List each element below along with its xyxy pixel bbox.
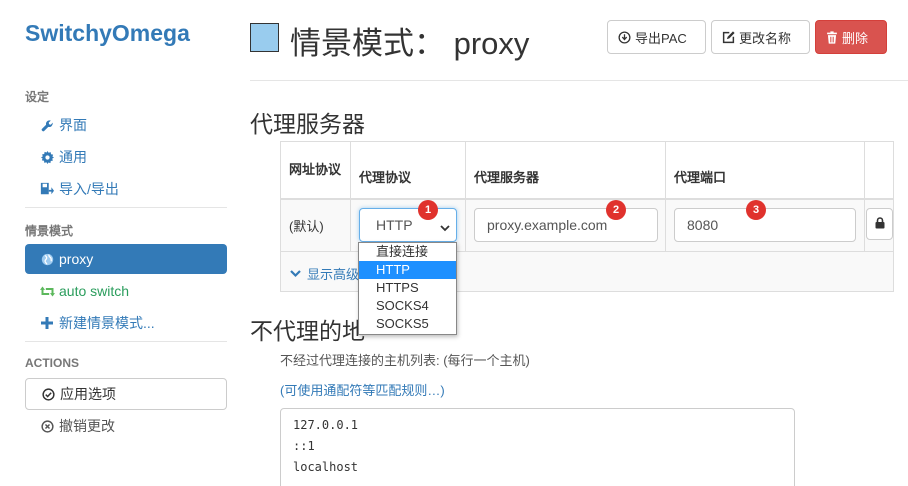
- annotation-badge-2: 2: [606, 200, 626, 220]
- bypass-description: 不经过代理连接的主机列表: (每行一个主机): [280, 353, 530, 368]
- sidebar-divider: [25, 207, 227, 208]
- auth-lock-button[interactable]: [866, 208, 893, 240]
- rename-label: 更改名称: [739, 30, 792, 46]
- sidebar: SwitchyOmega 设定 界面 通用 导入/导出 情景模式 proxy a…: [0, 0, 240, 486]
- dropdown-option-http[interactable]: HTTP: [359, 261, 456, 279]
- options-page: SwitchyOmega 设定 界面 通用 导入/导出 情景模式 proxy a…: [0, 0, 908, 486]
- export-pac-label: 导出PAC: [635, 30, 687, 46]
- sidebar-item-label: 新建情景模式...: [59, 315, 155, 331]
- column-header-scheme: 网址协议: [281, 142, 351, 200]
- delete-label: 删除: [842, 30, 869, 46]
- dropdown-option-direct[interactable]: 直接连接: [359, 243, 456, 261]
- proxy-protocol-value: HTTP: [376, 217, 413, 233]
- trash-icon: [826, 30, 838, 44]
- brand-title[interactable]: SwitchyOmega: [25, 20, 190, 47]
- show-advanced-label: 显示高级: [307, 267, 360, 282]
- dropdown-option-socks5[interactable]: SOCKS5: [359, 315, 456, 333]
- sidebar-item-label: 界面: [59, 117, 87, 133]
- globe-icon: [39, 253, 55, 266]
- bypass-entry: 127.0.0.1: [293, 418, 359, 432]
- edit-icon: [722, 30, 735, 44]
- lock-icon: [875, 216, 885, 232]
- check-circle-icon: [40, 387, 56, 401]
- column-header-port: 代理端口: [666, 142, 865, 200]
- apply-options-button[interactable]: 应用选项: [25, 378, 227, 410]
- column-header-label: 代理服务器: [474, 170, 540, 185]
- sidebar-item-interface[interactable]: 界面: [25, 110, 227, 140]
- apply-options-label: 应用选项: [60, 386, 116, 402]
- rename-button[interactable]: 更改名称: [711, 20, 810, 54]
- discard-changes-label: 撤销更改: [59, 418, 115, 434]
- annotation-badge-3: 3: [746, 200, 766, 220]
- sidebar-divider: [25, 341, 227, 342]
- bypass-list-title: 不代理的地: [250, 318, 365, 344]
- bypass-list-textarea[interactable]: 127.0.0.1 ::1 localhost: [280, 408, 795, 486]
- sidebar-item-label: 通用: [59, 149, 87, 165]
- dropdown-option-socks4[interactable]: SOCKS4: [359, 297, 456, 315]
- dropdown-option-https[interactable]: HTTPS: [359, 279, 456, 297]
- discard-changes-button[interactable]: 撤销更改: [25, 411, 227, 441]
- sidebar-item-new-profile[interactable]: 新建情景模式...: [25, 308, 227, 338]
- column-header-label: 网址协议: [289, 162, 342, 177]
- scheme-cell: (默认): [289, 219, 324, 234]
- page-title: 情景模式： proxy: [290, 26, 530, 61]
- wrench-icon: [39, 119, 55, 132]
- column-header-server: 代理服务器: [466, 142, 666, 200]
- retweet-icon: [39, 285, 55, 298]
- chevron-down-icon: [440, 220, 450, 236]
- bypass-entry: ::1: [293, 439, 315, 453]
- wildcard-help-link[interactable]: (可使用通配符等匹配规则…): [280, 380, 445, 399]
- chevron-down-icon: [290, 269, 301, 278]
- profile-color-swatch[interactable]: [250, 23, 279, 52]
- column-header-label: 代理端口: [674, 170, 727, 185]
- sidebar-item-label: proxy: [59, 251, 94, 267]
- sidebar-item-auto-switch[interactable]: auto switch: [25, 276, 227, 306]
- sidebar-item-import-export[interactable]: 导入/导出: [25, 174, 227, 204]
- show-advanced-link[interactable]: 显示高级: [290, 264, 359, 283]
- column-header-actions: [865, 142, 893, 200]
- proxy-protocol-dropdown[interactable]: 直接连接 HTTP HTTPS SOCKS4 SOCKS5: [358, 242, 457, 335]
- plus-icon: [39, 317, 55, 329]
- proxy-protocol-select[interactable]: HTTP: [359, 208, 457, 242]
- download-icon: [618, 30, 631, 44]
- column-header-label: 代理协议: [359, 170, 412, 185]
- proxy-servers-title: 代理服务器: [250, 111, 365, 137]
- column-header-protocol: 代理协议: [351, 142, 466, 200]
- settings-header: 设定: [25, 90, 50, 104]
- profiles-header: 情景模式: [25, 224, 74, 238]
- gear-icon: [39, 150, 55, 164]
- annotation-badge-1: 1: [418, 200, 438, 220]
- sidebar-item-proxy[interactable]: proxy: [25, 244, 227, 274]
- table-row-default: (默认): [281, 200, 351, 252]
- sidebar-item-label: 导入/导出: [59, 181, 119, 197]
- proxy-server-input[interactable]: proxy.example.com: [474, 208, 658, 242]
- sidebar-item-general[interactable]: 通用: [25, 142, 227, 172]
- header-divider: [250, 80, 908, 81]
- export-pac-button[interactable]: 导出PAC: [607, 20, 706, 54]
- sidebar-item-label: auto switch: [59, 283, 130, 299]
- actions-header: ACTIONS: [25, 356, 79, 370]
- bypass-entry: localhost: [293, 460, 359, 474]
- proxy-port-value: 8080: [687, 217, 719, 233]
- delete-button[interactable]: 删除: [815, 20, 887, 54]
- import-export-icon: [39, 182, 55, 196]
- x-circle-icon: [39, 419, 55, 433]
- proxy-server-value: proxy.example.com: [487, 217, 608, 233]
- page-header: 情景模式： proxy 导出PAC 更改名称 删除: [250, 0, 908, 80]
